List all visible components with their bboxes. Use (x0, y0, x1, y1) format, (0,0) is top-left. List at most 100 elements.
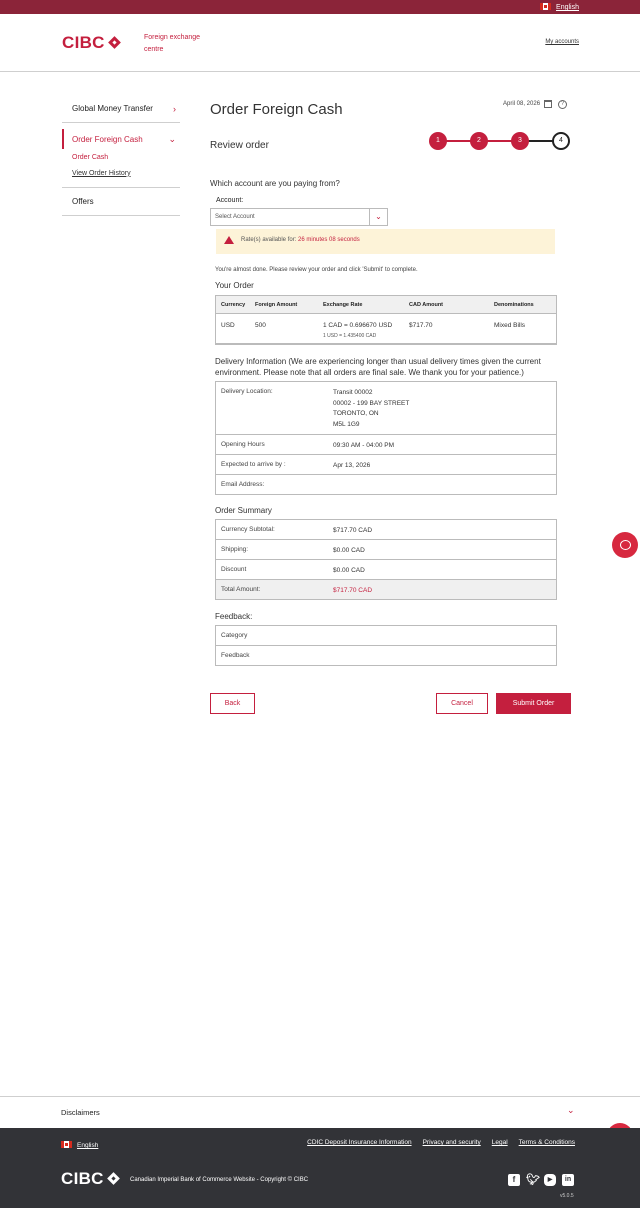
terms-link[interactable]: Terms & Conditions (519, 1139, 575, 1146)
table-row: Opening Hours 09:30 AM - 04:00 PM (216, 435, 556, 455)
account-select[interactable]: Select Account ⌄ (210, 208, 388, 226)
rate-countdown-banner: Rate(s) available for: 26 minutes 08 sec… (216, 229, 555, 254)
exchange-rate-cell: 1 CAD = 0.696670 USD (323, 322, 393, 329)
table-row: Discount $0.00 CAD (216, 560, 556, 580)
order-table-header: Currency Foreign Amount Exchange Rate CA… (216, 296, 556, 314)
table-row: Currency Subtotal: $717.70 CAD (216, 520, 556, 540)
sidebar-item-label: Offers (72, 197, 94, 206)
help-icon[interactable]: ? (558, 100, 567, 109)
sidebar-item-global-money-transfer[interactable]: Global Money Transfer › (62, 95, 180, 123)
shipping-label: Shipping: (221, 546, 249, 553)
sidebar-item-order-cash[interactable]: Order Cash (62, 149, 180, 165)
brand-name: CIBC (61, 1169, 104, 1188)
feedback-title: Feedback: (215, 612, 253, 621)
discount-value: $0.00 CAD (333, 567, 365, 574)
feedback-table: Category Feedback (215, 625, 557, 666)
email-label: Email Address: (221, 481, 265, 488)
total-label: Total Amount: (221, 586, 261, 593)
address-line: M5L 1G9 (333, 420, 360, 428)
table-row: Total Amount: $717.70 CAD (216, 580, 556, 599)
table-row: Shipping: $0.00 CAD (216, 540, 556, 560)
sidebar-item-view-order-history[interactable]: View Order History (62, 165, 180, 181)
footer-language-toggle[interactable]: English (61, 1141, 98, 1149)
brand-name: CIBC (62, 33, 105, 52)
language-toggle[interactable]: English (540, 3, 579, 11)
copyright-text: Canadian Imperial Bank of Commerce Websi… (130, 1177, 309, 1183)
delivery-location-value: Transit 00002 00002 - 199 BAY STREET TOR… (333, 388, 409, 430)
footer-links: CDIC Deposit Insurance Information Priva… (307, 1139, 575, 1146)
current-date: April 08, 2026 (503, 101, 541, 107)
sidebar-group-order-foreign-cash: Order Foreign Cash ⌄ Order Cash View Ord… (62, 129, 180, 188)
table-row: Delivery Location: Transit 00002 00002 -… (216, 382, 556, 435)
feedback-label: Feedback (221, 652, 250, 659)
canada-flag-icon (540, 3, 552, 10)
footer-cibc-logo[interactable]: CIBC (61, 1169, 121, 1189)
cad-amount-cell: $717.70 (409, 322, 433, 329)
cancel-button[interactable]: Cancel (436, 693, 488, 714)
linkedin-icon[interactable]: in (562, 1174, 574, 1186)
discount-label: Discount (221, 566, 247, 573)
disclaimers-section[interactable]: Disclaimers ⌄ (0, 1096, 640, 1128)
rate-countdown: 26 minutes 08 seconds (298, 237, 360, 243)
chevron-down-icon: ⌄ (567, 1105, 575, 1115)
sidebar-item-offers[interactable]: Offers (62, 188, 180, 216)
youtube-icon[interactable]: ▶ (544, 1174, 556, 1186)
chat-icon[interactable] (612, 532, 638, 558)
delivery-table: Delivery Location: Transit 00002 00002 -… (215, 381, 557, 495)
arrival-label: Expected to arrive by : (221, 461, 286, 468)
privacy-link[interactable]: Privacy and security (423, 1139, 481, 1146)
foreign-amount-cell: 500 (255, 322, 266, 329)
submit-order-button[interactable]: Submit Order (496, 693, 571, 714)
chevron-down-icon[interactable]: ⌄ (369, 209, 387, 225)
my-accounts-link[interactable]: My accounts (545, 39, 579, 45)
social-links: f 🐦︎ ▶ in (508, 1174, 574, 1186)
step-3: 3 (511, 132, 529, 150)
exchange-rate-inverse: 1 USD = 1.435400 CAD (323, 333, 377, 339)
order-summary-title: Order Summary (215, 506, 272, 515)
site-subtitle: Foreign exchange centre (144, 34, 201, 53)
your-order-title: Your Order (215, 281, 254, 290)
step-4: 4 (552, 132, 570, 150)
column-header: Currency (221, 302, 246, 308)
total-value: $717.70 CAD (333, 587, 373, 594)
site-footer: English CDIC Deposit Insurance Informati… (0, 1128, 640, 1208)
sidebar-nav: Global Money Transfer › Order Foreign Ca… (62, 95, 180, 216)
arrival-value: Apr 13, 2026 (333, 462, 371, 469)
chevron-right-icon: › (173, 103, 176, 114)
version-label: v5.0.5 (560, 1193, 574, 1199)
progress-stepper: 1 2 3 4 (429, 132, 571, 150)
delivery-location-label: Delivery Location: (221, 388, 273, 395)
table-row: Category (216, 626, 556, 646)
calendar-icon[interactable] (544, 100, 552, 108)
language-label[interactable]: English (556, 4, 579, 11)
twitter-icon[interactable]: 🐦︎ (526, 1174, 540, 1186)
cibc-diamond-icon (108, 36, 122, 50)
legal-link[interactable]: Legal (492, 1139, 508, 1146)
table-row: Expected to arrive by : Apr 13, 2026 (216, 455, 556, 475)
cdic-link[interactable]: CDIC Deposit Insurance Information (307, 1139, 411, 1146)
step-1: 1 (429, 132, 447, 150)
denominations-cell: Mixed Bills (494, 322, 526, 329)
sidebar-item-order-foreign-cash[interactable]: Order Foreign Cash ⌄ (62, 129, 180, 149)
review-instruction: You're almost done. Please review your o… (215, 267, 418, 273)
order-table: Currency Foreign Amount Exchange Rate CA… (215, 295, 557, 345)
sidebar-item-label: Order Foreign Cash (72, 134, 143, 144)
subtotal-value: $717.70 CAD (333, 527, 373, 534)
page-title: Order Foreign Cash (210, 101, 343, 118)
account-label: Account: (216, 197, 244, 204)
column-header: Exchange Rate (323, 302, 363, 308)
rate-text: Rate(s) available for: 26 minutes 08 sec… (241, 237, 360, 243)
sidebar-item-label: Global Money Transfer (72, 104, 153, 113)
delivery-title: Delivery Information (We are experiencin… (215, 357, 541, 377)
address-line: Transit 00002 (333, 389, 373, 396)
facebook-icon[interactable]: f (508, 1174, 520, 1186)
back-button[interactable]: Back (210, 693, 255, 714)
footer-language-label[interactable]: English (77, 1142, 98, 1149)
column-header: CAD Amount (409, 302, 444, 308)
cibc-logo[interactable]: CIBC (62, 33, 122, 53)
category-label: Category (221, 632, 248, 639)
opening-hours-value: 09:30 AM - 04:00 PM (333, 442, 395, 449)
disclaimers-label: Disclaimers (61, 1108, 100, 1117)
shipping-value: $0.00 CAD (333, 547, 365, 554)
subtotal-label: Currency Subtotal: (221, 526, 275, 533)
